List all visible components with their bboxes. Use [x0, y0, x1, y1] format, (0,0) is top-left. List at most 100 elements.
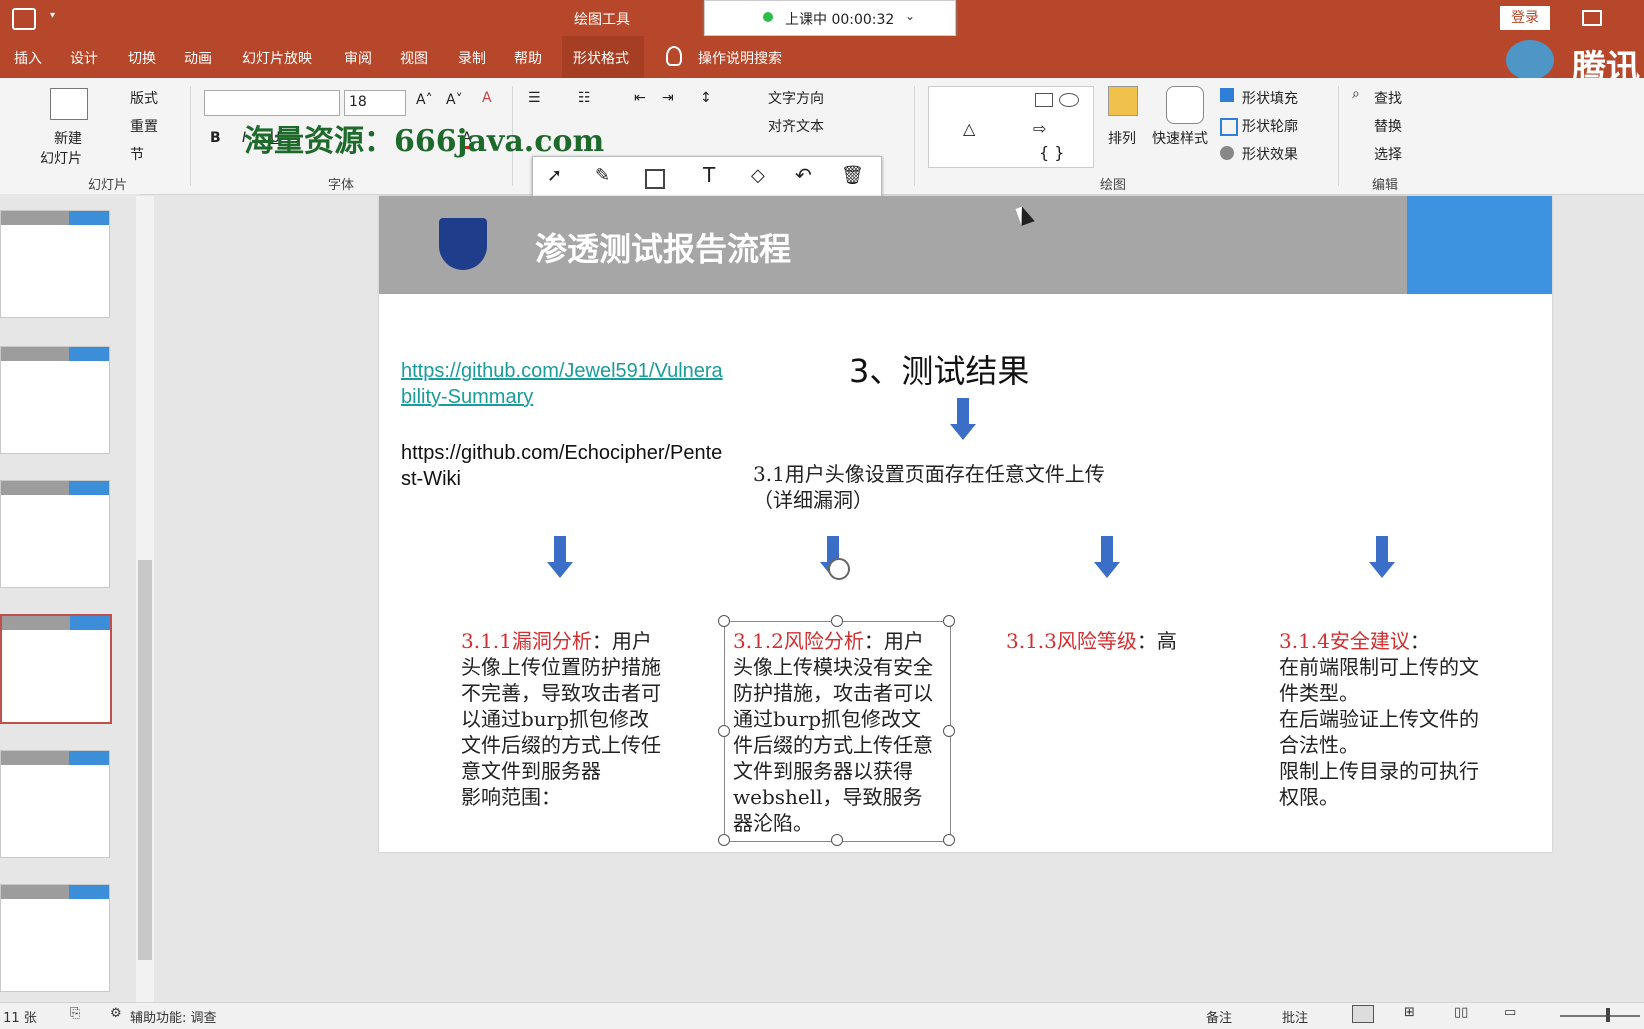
- zoom-slider-thumb[interactable]: [1606, 1008, 1610, 1022]
- replace-button[interactable]: 替换: [1374, 116, 1402, 136]
- quick-styles-icon[interactable]: [1166, 86, 1204, 124]
- section-button[interactable]: 节: [130, 144, 144, 164]
- rotate-handle-icon[interactable]: [828, 558, 850, 580]
- resize-handle[interactable]: [718, 834, 730, 846]
- accessibility-status[interactable]: 辅助功能: 调查: [130, 1007, 217, 1026]
- new-slide-button[interactable]: 新建: [54, 128, 82, 148]
- font-size-input[interactable]: 18: [344, 90, 406, 116]
- spell-check-icon[interactable]: ⎘: [70, 1006, 80, 1021]
- slide-sorter-icon[interactable]: ⊞: [1404, 1005, 1415, 1020]
- eraser-tool-icon[interactable]: ◇: [751, 165, 765, 186]
- resize-handle[interactable]: [831, 834, 843, 846]
- accessibility-icon[interactable]: ⚙: [110, 1006, 122, 1021]
- tab-review[interactable]: 审阅: [344, 48, 372, 68]
- zoom-slider[interactable]: [1560, 1015, 1640, 1017]
- increase-indent-icon[interactable]: ⇥: [662, 90, 674, 106]
- bullets-icon[interactable]: ☰: [528, 90, 541, 106]
- line-spacing-icon[interactable]: ↕: [700, 90, 712, 106]
- slide-thumbnail[interactable]: [0, 750, 110, 858]
- notes-button[interactable]: 备注: [1206, 1007, 1232, 1026]
- slide-thumbnail-selected[interactable]: [0, 614, 112, 724]
- undo-icon[interactable]: ↶: [795, 163, 812, 187]
- resize-handle[interactable]: [831, 615, 843, 627]
- subtitle-line2: （详细漏洞）: [753, 488, 873, 512]
- tell-me-search[interactable]: 操作说明搜索: [698, 48, 782, 68]
- font-name-input[interactable]: [204, 90, 340, 116]
- align-text-button[interactable]: 对齐文本: [768, 116, 824, 136]
- tab-slideshow[interactable]: 幻灯片放映: [242, 48, 312, 68]
- tab-record[interactable]: 录制: [458, 48, 486, 68]
- selected-textbox[interactable]: 3.1.2风险分析：用户头像上传模块没有安全防护措施，攻击者可以通过burp抓包…: [724, 621, 951, 842]
- scroll-thumb[interactable]: [138, 560, 152, 960]
- app-icon[interactable]: [12, 8, 36, 30]
- shape-fill-button[interactable]: 形状填充: [1242, 88, 1298, 108]
- arrow-shape-icon[interactable]: ⇨: [1033, 119, 1046, 138]
- rectangle-shape-icon[interactable]: [1035, 93, 1053, 107]
- shape-tool-icon[interactable]: [645, 169, 665, 189]
- impact-scope-label: 影响范围：: [461, 785, 561, 809]
- tab-view[interactable]: 视图: [400, 48, 428, 68]
- security-advice-colon: ：: [1409, 629, 1430, 653]
- security-advice-heading: 3.1.4安全建议: [1279, 629, 1410, 653]
- new-slide-icon[interactable]: [50, 88, 88, 120]
- resize-handle[interactable]: [718, 615, 730, 627]
- slide-thumbnail[interactable]: [0, 884, 110, 992]
- tab-transitions[interactable]: 切换: [128, 48, 156, 68]
- tab-help[interactable]: 帮助: [514, 48, 542, 68]
- shape-effects-button[interactable]: 形状效果: [1242, 144, 1298, 164]
- shape-outline-button[interactable]: 形状轮廓: [1242, 116, 1298, 136]
- bold-icon[interactable]: B: [210, 130, 221, 146]
- resize-handle[interactable]: [943, 725, 955, 737]
- tab-insert[interactable]: 插入: [14, 48, 42, 68]
- divider: [1338, 86, 1339, 186]
- tab-design[interactable]: 设计: [70, 48, 98, 68]
- ribbon-display-icon[interactable]: [1582, 10, 1602, 26]
- arrange-button[interactable]: 排列: [1108, 128, 1136, 148]
- triangle-shape-icon[interactable]: △: [963, 119, 975, 138]
- delete-icon[interactable]: 🗑: [841, 165, 864, 186]
- layout-button[interactable]: 版式: [130, 88, 158, 108]
- quick-styles-button[interactable]: 快速样式: [1152, 128, 1208, 148]
- find-button[interactable]: 查找: [1374, 88, 1402, 108]
- header-decoration-blue: [1407, 196, 1552, 294]
- annotation-toolbar: ➚ ✎ T ◇ ↶ 🗑: [532, 156, 882, 198]
- text-tool-icon[interactable]: T: [703, 163, 715, 187]
- brace-shape-icon[interactable]: { }: [1039, 143, 1064, 162]
- select-button[interactable]: 选择: [1374, 144, 1402, 164]
- decrease-indent-icon[interactable]: ⇤: [634, 90, 646, 106]
- arrange-icon[interactable]: [1108, 86, 1138, 116]
- resize-handle[interactable]: [718, 725, 730, 737]
- shrink-font-icon[interactable]: A˅: [446, 92, 463, 108]
- quick-access-dropdown-icon[interactable]: ▾: [50, 10, 55, 21]
- tab-shape-format[interactable]: 形状格式: [573, 48, 629, 68]
- new-slide-button-line2[interactable]: 幻灯片: [40, 148, 82, 168]
- risk-level-text: 3.1.3风险等级：高: [1006, 628, 1226, 654]
- slide-thumbnail[interactable]: [0, 346, 110, 454]
- tab-animations[interactable]: 动画: [184, 48, 212, 68]
- slide-thumbnail[interactable]: [0, 480, 110, 588]
- normal-view-icon[interactable]: [1352, 1005, 1374, 1023]
- shapes-gallery[interactable]: △ ⇨ { }: [928, 86, 1094, 168]
- numbering-icon[interactable]: ☷: [578, 90, 591, 106]
- login-button[interactable]: 登录: [1500, 6, 1550, 30]
- class-status-pill[interactable]: 上课中 00:00:32 ⌄: [704, 0, 956, 36]
- pointer-tool-icon[interactable]: ➚: [547, 165, 562, 186]
- resize-handle[interactable]: [943, 834, 955, 846]
- comments-button[interactable]: 批注: [1282, 1007, 1308, 1026]
- link-vulnerability-summary[interactable]: https://github.com/Jewel591/Vulnerabilit…: [401, 358, 731, 410]
- text-direction-button[interactable]: 文字方向: [768, 88, 824, 108]
- reset-button[interactable]: 重置: [130, 116, 158, 136]
- risk-analysis-text: 3.1.2风险分析：用户头像上传模块没有安全防护措施，攻击者可以通过burp抓包…: [733, 628, 938, 836]
- pen-tool-icon[interactable]: ✎: [595, 165, 610, 186]
- resize-handle[interactable]: [943, 615, 955, 627]
- slide-canvas[interactable]: 渗透测试报告流程 https://github.com/Jewel591/Vul…: [379, 196, 1552, 852]
- slide-header-title: 渗透测试报告流程: [535, 230, 792, 268]
- grow-font-icon[interactable]: A˄: [416, 92, 433, 108]
- oval-shape-icon[interactable]: [1059, 93, 1079, 107]
- slideshow-icon[interactable]: ▭: [1504, 1005, 1516, 1020]
- clear-format-icon[interactable]: A: [482, 90, 492, 106]
- reading-view-icon[interactable]: ▯▯: [1454, 1005, 1468, 1020]
- chevron-down-icon: ⌄: [905, 9, 916, 23]
- thumbnail-scrollbar[interactable]: [136, 196, 154, 1002]
- slide-thumbnail[interactable]: [0, 210, 110, 318]
